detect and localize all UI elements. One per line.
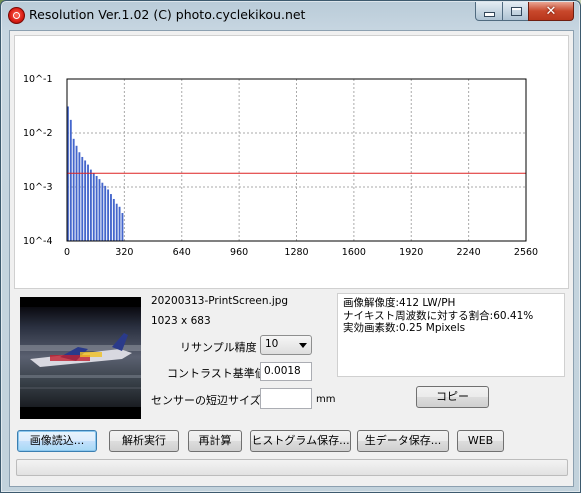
image-dimensions: 1023 x 683 (151, 315, 211, 327)
histogram-bar (115, 203, 118, 241)
x-tick-label: 0 (64, 247, 70, 258)
window-title: Resolution Ver.1.02 (C) photo.cyclekikou… (29, 7, 306, 22)
maximize-button[interactable] (502, 2, 530, 21)
x-tick-label: 2240 (457, 247, 481, 258)
minimize-icon (484, 11, 495, 17)
effective-pixels-result: 実効画素数:0.25 Mpixels (343, 322, 466, 334)
file-name: 20200313-PrintScreen.jpg (151, 295, 289, 307)
histogram-bar (101, 182, 104, 241)
close-icon: ✕ (545, 3, 557, 19)
histogram-bar (78, 152, 81, 241)
x-tick-label: 1920 (399, 247, 423, 258)
histogram-bar (121, 213, 124, 241)
x-tick-label: 320 (115, 247, 133, 258)
client-area: 0 320 640 960 1280 1600 1920 2240 2560 10^-1 10^-2… (9, 30, 574, 487)
histogram-svg: 0 320 640 960 1280 1600 1920 2240 2560 10^-1 10^-2… (23, 74, 538, 258)
sensor-size-unit: mm (316, 394, 336, 405)
x-tick-label: 1280 (284, 247, 308, 258)
web-button[interactable]: WEB (457, 430, 504, 452)
thumbnail-picture (20, 307, 141, 407)
histogram-bar (104, 185, 107, 241)
resample-value: 10 (265, 338, 279, 350)
histogram-bar (112, 198, 115, 241)
resample-label: リサンプル精度 (180, 341, 257, 354)
histogram-chart: 0 320 640 960 1280 1600 1920 2240 2560 10^-1 10^-2… (14, 35, 569, 289)
histogram-bar (92, 173, 95, 241)
histogram-bar (95, 175, 98, 241)
y-tick-label: 10^-1 (23, 74, 53, 85)
sensor-size-label: センサーの短辺サイズ (151, 394, 261, 407)
histogram-bar (87, 164, 89, 241)
x-tick-label: 640 (173, 247, 191, 258)
resolution-result: 画像解像度:412 LW/PH (343, 297, 456, 309)
contrast-field[interactable]: 0.0018 (260, 362, 312, 381)
histogram-bar (69, 119, 72, 241)
sensor-size-field[interactable] (260, 388, 312, 409)
save-raw-data-button[interactable]: 生データ保存... (357, 430, 449, 452)
minimize-button[interactable] (475, 2, 504, 21)
contrast-label: コントラスト基準値 (167, 367, 266, 380)
histogram-bar (98, 179, 101, 241)
progress-bar (16, 459, 568, 476)
histogram-bar (81, 156, 84, 241)
load-image-button[interactable]: 画像読込... (17, 430, 97, 452)
nyquist-ratio-result: ナイキスト周波数に対する割合:60.41% (343, 309, 534, 322)
histogram-bar (110, 194, 112, 241)
y-tick-label: 10^-2 (23, 128, 53, 139)
histogram-bar (75, 145, 78, 241)
maximize-icon (510, 6, 522, 16)
app-logo-icon (8, 7, 25, 24)
x-tick-label: 2560 (514, 247, 538, 258)
copy-button[interactable]: コピー (416, 386, 489, 408)
x-tick-label: 1600 (342, 247, 366, 258)
histogram-bar (118, 206, 121, 241)
histogram-bar (107, 189, 110, 241)
histogram-bar (72, 138, 75, 241)
app-window: Resolution Ver.1.02 (C) photo.cyclekikou… (0, 0, 581, 493)
results-panel: 画像解像度:412 LW/PH ナイキスト周波数に対する割合:60.41% 実効… (337, 293, 565, 377)
histogram-bar (84, 160, 87, 241)
save-histogram-button[interactable]: ヒストグラム保存... (250, 430, 351, 452)
chevron-down-icon (299, 343, 307, 348)
recalculate-button[interactable]: 再計算 (188, 430, 242, 452)
title-bar[interactable]: Resolution Ver.1.02 (C) photo.cyclekikou… (1, 1, 580, 29)
y-tick-label: 10^-4 (23, 236, 53, 247)
y-tick-label: 10^-3 (23, 182, 53, 193)
histogram-bar (89, 169, 92, 241)
resample-select[interactable]: 10 (260, 335, 312, 355)
x-tick-label: 960 (230, 247, 248, 258)
analyze-button[interactable]: 解析実行 (109, 430, 179, 452)
image-thumbnail (20, 297, 141, 419)
close-button[interactable]: ✕ (528, 2, 574, 21)
